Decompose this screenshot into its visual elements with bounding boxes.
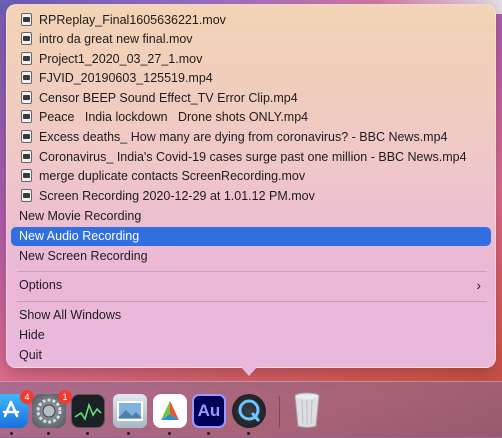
recent-file-item[interactable]: Project1_2020_03_27_1.mov (11, 50, 491, 69)
recent-file-item[interactable]: RPReplay_Final1605636221.mov (11, 11, 491, 30)
menu-pointer (240, 366, 258, 376)
menu-separator (17, 271, 487, 272)
recent-file-item[interactable]: FJVID_20190603_125519.mp4 (11, 69, 491, 88)
system-preferences-icon[interactable]: 1 (32, 390, 72, 428)
recent-file-item[interactable]: Peace India lockdown Drone shots ONLY.mp… (11, 108, 491, 127)
running-indicator (47, 432, 50, 435)
quit-item[interactable]: Quit (11, 346, 491, 365)
adobe-audition-icon[interactable]: Au (192, 394, 226, 428)
notification-badge: 1 (58, 390, 72, 404)
dock: 4 1 Au (0, 381, 502, 438)
recent-file-item[interactable]: Screen Recording 2020-12-29 at 1.01.12 P… (11, 187, 491, 206)
recent-file-item[interactable]: merge duplicate contacts ScreenRecording… (11, 167, 491, 186)
triangle-logo-icon (161, 401, 179, 420)
quicktime-icon[interactable] (232, 394, 266, 428)
movie-file-icon (21, 71, 32, 84)
activity-graph-icon (74, 402, 102, 421)
activity-monitor-icon[interactable] (71, 394, 105, 428)
preview-icon[interactable] (113, 394, 147, 428)
recent-file-item[interactable]: intro da great new final.mov (11, 30, 491, 49)
dock-separator (279, 396, 280, 428)
running-indicator (10, 432, 13, 435)
movie-file-icon (21, 150, 32, 163)
running-indicator (207, 432, 210, 435)
recent-file-item[interactable]: Censor BEEP Sound Effect_TV Error Clip.m… (11, 89, 491, 108)
movie-file-icon (21, 13, 32, 26)
quicktime-q-icon (238, 399, 260, 422)
affinity-icon[interactable] (153, 394, 187, 428)
movie-file-icon (21, 110, 32, 123)
photo-icon (117, 401, 143, 421)
movie-file-icon (21, 169, 32, 182)
show-all-windows-item[interactable]: Show All Windows (11, 306, 491, 325)
movie-file-icon (21, 189, 32, 202)
recent-file-item[interactable]: Excess deaths_ How many are dying from c… (11, 128, 491, 147)
chevron-right-icon: › (476, 277, 481, 293)
running-indicator (86, 432, 89, 435)
movie-file-icon (21, 91, 32, 104)
quicktime-dock-menu: RPReplay_Final1605636221.mov intro da gr… (6, 4, 496, 368)
options-item[interactable]: Options › (11, 276, 491, 295)
running-indicator (247, 432, 250, 435)
new-audio-recording-item[interactable]: New Audio Recording (11, 227, 491, 246)
trash-icon[interactable] (291, 390, 323, 430)
app-store-icon[interactable]: 4 (0, 390, 34, 428)
new-screen-recording-item[interactable]: New Screen Recording (11, 247, 491, 266)
new-movie-recording-item[interactable]: New Movie Recording (11, 207, 491, 226)
hide-item[interactable]: Hide (11, 326, 491, 345)
movie-file-icon (21, 52, 32, 65)
running-indicator (127, 432, 130, 435)
trash-can-icon (294, 392, 320, 428)
recent-file-item[interactable]: Coronavirus_ India's Covid-19 cases surg… (11, 148, 491, 167)
movie-file-icon (21, 130, 32, 143)
menu-separator (17, 301, 487, 302)
running-indicator (168, 432, 171, 435)
movie-file-icon (21, 32, 32, 45)
